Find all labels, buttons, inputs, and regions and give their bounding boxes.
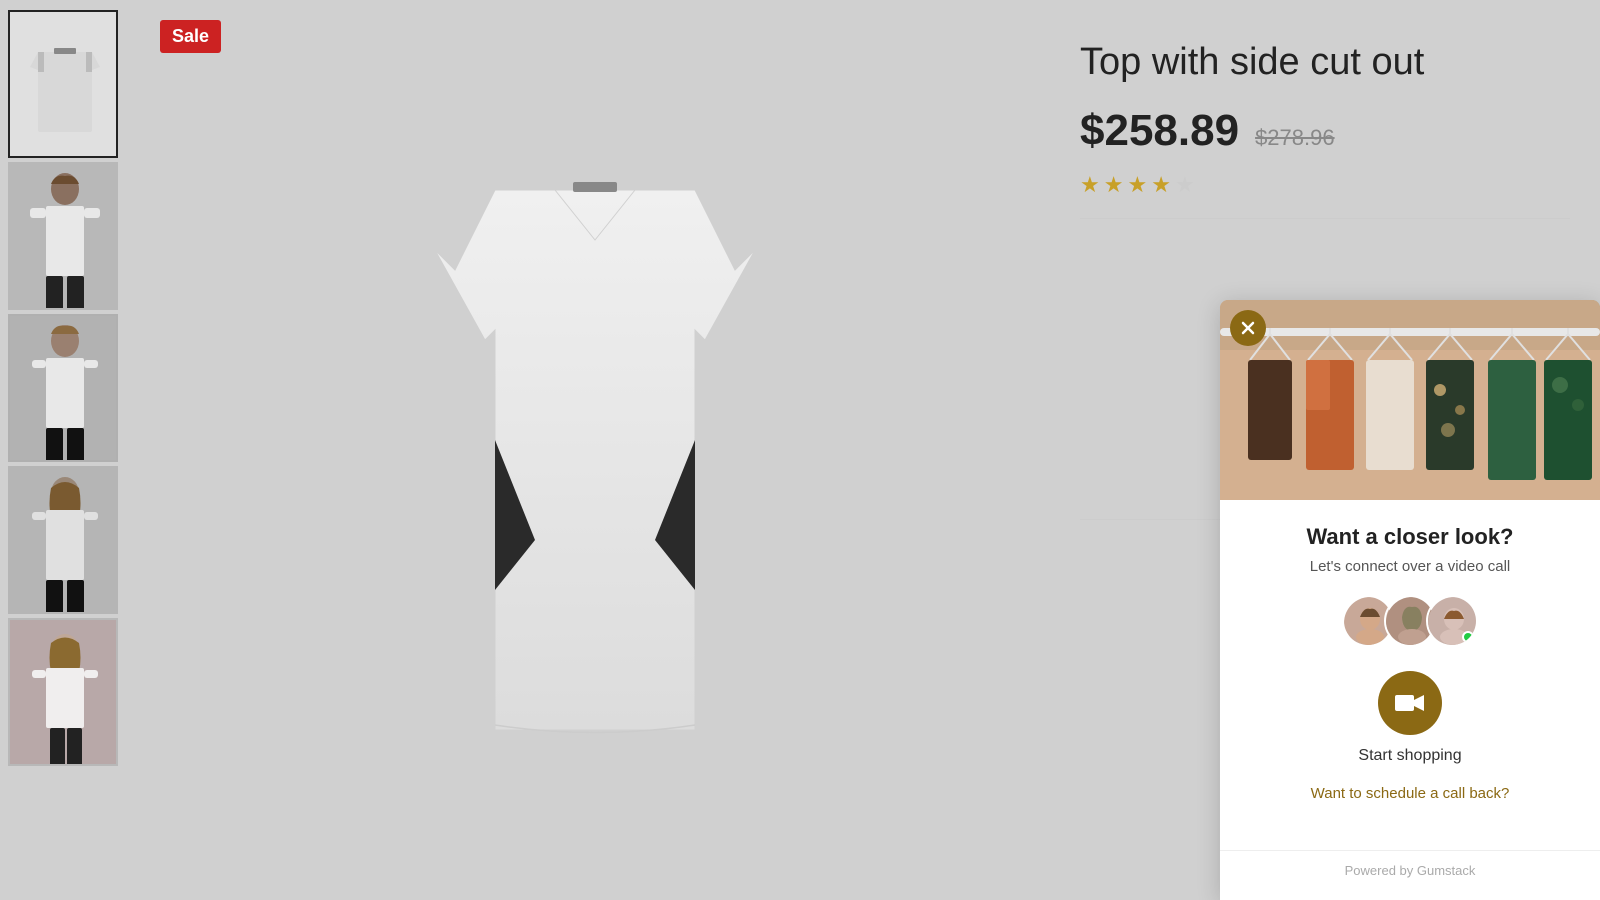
thumbnail-5[interactable] <box>8 618 118 766</box>
close-icon <box>1239 319 1257 337</box>
product-page: Sale <box>0 0 1600 900</box>
product-image-container <box>395 60 795 840</box>
star-1: ★ <box>1080 172 1100 198</box>
product-title: Top with side cut out <box>1080 40 1570 86</box>
popup-title: Want a closer look? <box>1306 524 1513 550</box>
schedule-call-link[interactable]: Want to schedule a call back? <box>1311 785 1510 802</box>
star-5: ★ <box>1175 172 1195 198</box>
price-current: $258.89 <box>1080 106 1239 156</box>
popup-subtitle: Let's connect over a video call <box>1310 558 1510 575</box>
powered-by-label: Powered by Gumstack <box>1232 863 1588 888</box>
clothes-rack-image <box>1220 300 1600 500</box>
rating-row: ★ ★ ★ ★ ★ <box>1080 172 1570 198</box>
thumbnail-3[interactable] <box>8 314 118 462</box>
thumbnail-sidebar <box>0 0 140 900</box>
agent-avatar-row <box>1342 595 1478 647</box>
video-call-button[interactable] <box>1378 671 1442 735</box>
close-popup-button[interactable] <box>1230 310 1266 346</box>
popup-footer: Powered by Gumstack <box>1220 850 1600 900</box>
star-4: ★ <box>1151 172 1171 198</box>
popup-content: Want a closer look? Let's connect over a… <box>1220 500 1600 850</box>
product-main-image <box>425 110 765 790</box>
sale-badge: Sale <box>160 20 221 53</box>
thumbnail-4[interactable] <box>8 466 118 614</box>
start-shopping-label: Start shopping <box>1358 747 1461 765</box>
video-call-popup: Want a closer look? Let's connect over a… <box>1220 300 1600 900</box>
divider-top <box>1080 218 1570 219</box>
main-image-area: Sale <box>140 0 1050 900</box>
popup-image-section <box>1220 300 1600 500</box>
price-original: $278.96 <box>1255 125 1335 151</box>
agent-avatar-3 <box>1426 595 1478 647</box>
price-row: $258.89 $278.96 <box>1080 106 1570 156</box>
online-indicator <box>1462 631 1474 643</box>
star-2: ★ <box>1104 172 1124 198</box>
thumbnail-1[interactable] <box>8 10 118 158</box>
thumbnail-2[interactable] <box>8 162 118 310</box>
video-camera-icon <box>1395 692 1425 714</box>
star-3: ★ <box>1127 172 1147 198</box>
